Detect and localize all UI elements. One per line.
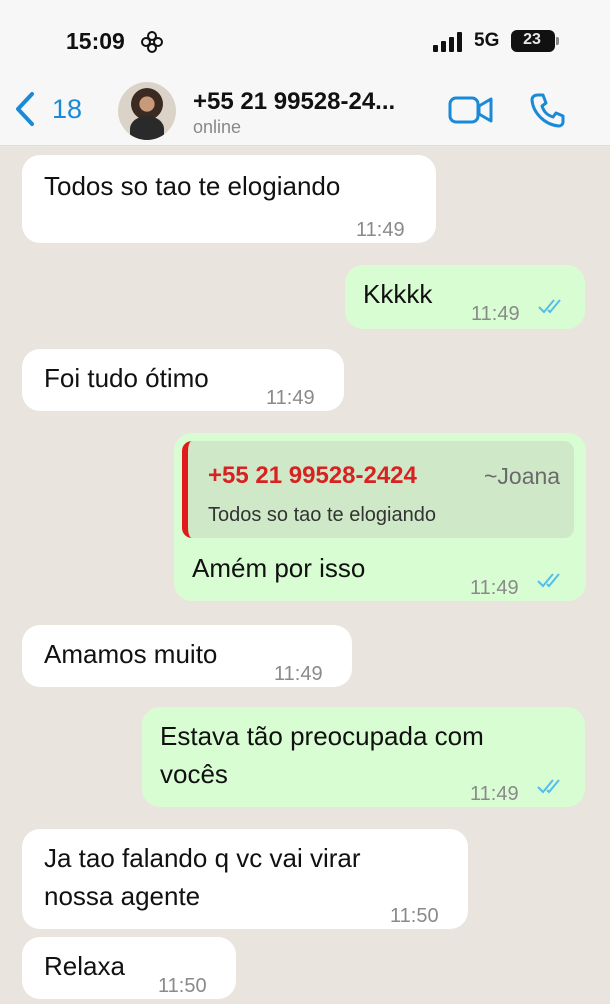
message-time: 11:49 — [274, 663, 323, 685]
message-time: 11:50 — [390, 905, 439, 927]
message-time: 11:49 — [471, 303, 520, 325]
contact-status: online — [193, 117, 242, 137]
message-incoming[interactable]: Relaxa 11:50 — [22, 937, 236, 999]
battery-cap — [556, 37, 559, 45]
message-time: 11:49 — [470, 783, 519, 805]
contact-name[interactable]: +55 21 99528-24... — [193, 88, 395, 116]
message-text: Relaxa — [44, 951, 125, 981]
network-label: 5G — [474, 30, 500, 51]
message-text: Amamos muito — [44, 639, 218, 669]
message-incoming[interactable]: Foi tudo ótimo 11:49 — [22, 349, 344, 411]
back-chevron-icon[interactable] — [12, 90, 38, 128]
message-incoming[interactable]: Ja tao falando q vc vai virar nossa agen… — [22, 829, 468, 929]
message-outgoing[interactable]: Kkkkk 11:49 — [345, 265, 585, 329]
quoted-author: +55 21 99528-2424 — [208, 462, 417, 489]
message-incoming[interactable]: Todos so tao te elogiando 11:49 — [22, 155, 436, 243]
quoted-text: Todos so tao te elogiando — [208, 504, 436, 526]
read-receipt-icon — [537, 573, 560, 588]
battery-indicator: 23 — [511, 30, 555, 52]
message-time: 11:49 — [266, 387, 315, 409]
message-text: Amém por isso — [192, 553, 366, 583]
flower-icon — [141, 31, 163, 53]
back-unread-count[interactable]: 18 — [52, 94, 82, 125]
message-time: 11:49 — [470, 577, 519, 599]
message-text-line-1: Estava tão preocupada com — [160, 721, 484, 751]
message-text-line-1: Ja tao falando q vc vai virar — [44, 843, 361, 873]
quoted-alias: ~Joana — [484, 463, 561, 489]
message-incoming[interactable]: Amamos muito 11:49 — [22, 625, 352, 687]
message-time: 11:49 — [356, 219, 405, 241]
message-outgoing-reply[interactable]: +55 21 99528-2424 ~Joana Todos so tao te… — [174, 433, 586, 601]
signal-icon — [433, 32, 462, 52]
message-text: Todos so tao te elogiando — [44, 171, 341, 201]
battery-percent: 23 — [523, 31, 541, 48]
read-receipt-icon — [537, 779, 560, 794]
chat-header: 18 +55 21 99528-24... online — [0, 78, 610, 146]
message-text-line-2: vocês — [160, 759, 228, 789]
video-call-icon[interactable] — [448, 94, 494, 126]
status-time: 15:09 — [66, 28, 125, 54]
chat-area[interactable]: Todos so tao te elogiando 11:49 Kkkkk 11… — [0, 147, 610, 1004]
avatar[interactable] — [118, 82, 176, 140]
message-time: 11:50 — [158, 975, 207, 997]
status-bar: 15:09 5G 23 — [0, 0, 610, 78]
message-text: Kkkkk — [363, 279, 433, 309]
message-text: Foi tudo ótimo — [44, 363, 209, 393]
message-outgoing[interactable]: Estava tão preocupada com vocês 11:49 — [142, 707, 585, 807]
phone-call-icon[interactable] — [530, 92, 566, 128]
read-receipt-icon — [538, 299, 561, 314]
message-text-line-2: nossa agente — [44, 881, 201, 911]
quoted-message[interactable]: +55 21 99528-2424 ~Joana Todos so tao te… — [182, 441, 574, 538]
